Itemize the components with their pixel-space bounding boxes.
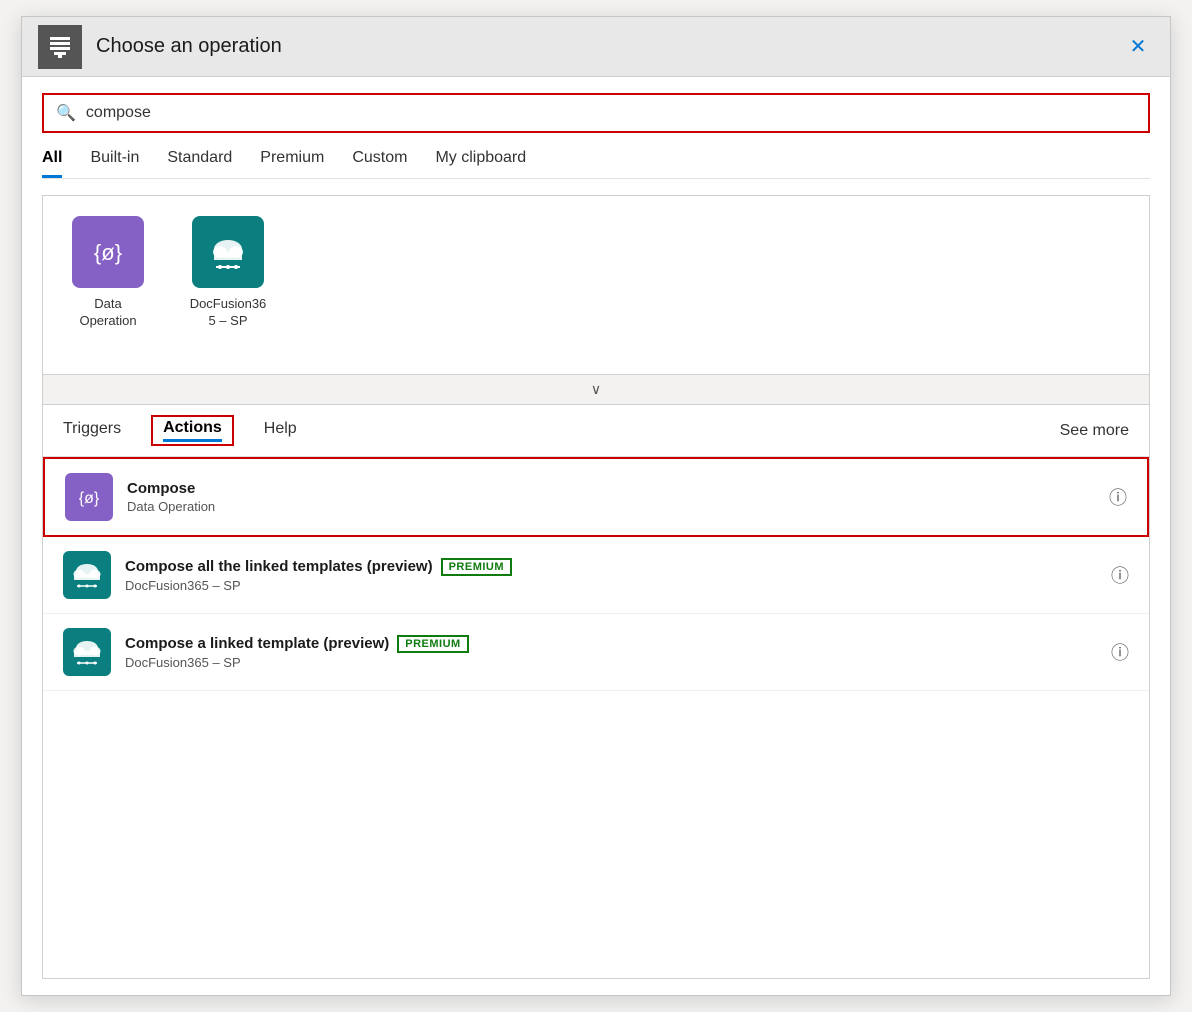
dialog-title: Choose an operation [96, 35, 1122, 58]
connector-docfusion[interactable]: DocFusion365 – SP [183, 216, 273, 354]
result-item-compose-all[interactable]: Compose all the linked templates (previe… [43, 537, 1149, 614]
collapse-bar[interactable]: ∨ [42, 375, 1150, 405]
result-icon-compose: {ø} [65, 473, 113, 521]
result-title-compose-all: Compose all the linked templates (previe… [125, 558, 1111, 576]
actions-tab-actions[interactable]: Actions [151, 415, 234, 446]
tab-custom[interactable]: Custom [352, 149, 407, 178]
docfusion-label: DocFusion365 – SP [190, 296, 267, 330]
data-operation-icon: {ø} [72, 216, 144, 288]
info-icon-compose-linked[interactable]: ⓘ [1111, 639, 1129, 665]
premium-badge-1: PREMIUM [441, 558, 512, 576]
see-more-button[interactable]: See more [1060, 422, 1129, 440]
svg-text:{ø}: {ø} [94, 240, 122, 265]
actions-tab-help[interactable]: Help [264, 405, 297, 456]
result-title-compose-linked: Compose a linked template (preview) PREM… [125, 635, 1111, 653]
collapse-icon: ∨ [591, 381, 601, 398]
header-icon-svg [46, 33, 74, 61]
actions-tab-triggers[interactable]: Triggers [63, 405, 121, 456]
close-button[interactable]: ✕ [1122, 31, 1154, 63]
tab-myclipboard[interactable]: My clipboard [435, 149, 526, 178]
svg-text:{ø}: {ø} [79, 490, 100, 507]
results-list: {ø} Compose Data Operation ⓘ [43, 457, 1149, 978]
result-info-compose-linked: Compose a linked template (preview) PREM… [125, 635, 1111, 670]
result-icon-compose-all [63, 551, 111, 599]
tab-standard[interactable]: Standard [167, 149, 232, 178]
result-item-compose[interactable]: {ø} Compose Data Operation ⓘ [43, 457, 1149, 537]
data-operation-label: DataOperation [79, 296, 136, 330]
dialog-header: Choose an operation ✕ [22, 17, 1170, 77]
actions-section: Triggers Actions Help See more {ø} [42, 405, 1150, 979]
actions-tabs-row: Triggers Actions Help See more [43, 405, 1149, 457]
actions-active-underline [163, 439, 222, 442]
search-box[interactable]: 🔍 [42, 93, 1150, 133]
tab-premium[interactable]: Premium [260, 149, 324, 178]
dialog-body: 🔍 All Built-in Standard Premium Custom M… [22, 77, 1170, 995]
connector-area: {ø} DataOperation [42, 195, 1150, 375]
dialog-header-icon [38, 25, 82, 69]
tab-builtin[interactable]: Built-in [90, 149, 139, 178]
dialog: Choose an operation ✕ 🔍 All Built-in Sta… [21, 16, 1171, 996]
docfusion-icon [192, 216, 264, 288]
connector-data-operation[interactable]: {ø} DataOperation [63, 216, 153, 354]
tab-all[interactable]: All [42, 149, 62, 178]
result-subtitle-compose-linked: DocFusion365 – SP [125, 655, 1111, 670]
result-info-compose: Compose Data Operation [127, 480, 1109, 514]
filter-tabs-row: All Built-in Standard Premium Custom My … [42, 149, 1150, 179]
result-subtitle-compose-all: DocFusion365 – SP [125, 578, 1111, 593]
result-subtitle-compose: Data Operation [127, 499, 1109, 514]
result-icon-compose-linked [63, 628, 111, 676]
result-info-compose-all: Compose all the linked templates (previe… [125, 558, 1111, 593]
search-icon: 🔍 [56, 103, 76, 123]
info-icon-compose[interactable]: ⓘ [1109, 484, 1127, 510]
info-icon-compose-all[interactable]: ⓘ [1111, 562, 1129, 588]
premium-badge-2: PREMIUM [397, 635, 468, 653]
search-input[interactable] [86, 104, 1136, 122]
result-item-compose-linked[interactable]: Compose a linked template (preview) PREM… [43, 614, 1149, 691]
result-title-compose: Compose [127, 480, 1109, 497]
